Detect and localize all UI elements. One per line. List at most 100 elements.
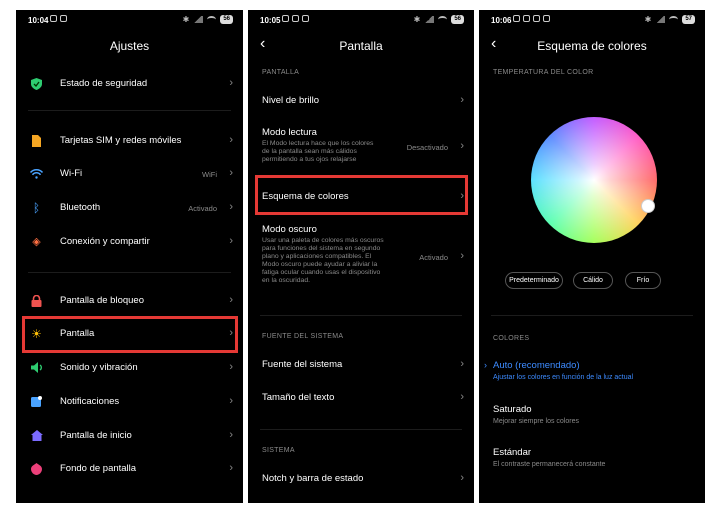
signal-icon <box>655 16 666 23</box>
section-header: TEMPERATURA DEL COLOR <box>493 69 594 76</box>
signal-icon <box>424 16 435 23</box>
notch-item[interactable]: Notch y barra de estado › <box>248 468 474 490</box>
selected-indicator-icon: › <box>484 360 487 370</box>
settings-item-home-screen[interactable]: Pantalla de inicio › <box>16 424 243 448</box>
battery-icon: 56 <box>220 15 233 24</box>
chevron-right-icon: › <box>229 167 233 179</box>
item-label: Modo lectura <box>262 127 317 138</box>
settings-item-notifications[interactable]: Notificaciones › <box>16 390 243 414</box>
speaker-icon <box>30 361 43 374</box>
app-bar: ‹ Pantalla <box>248 32 474 60</box>
option-description: Ajustar los colores en función de la luz… <box>493 374 634 381</box>
chevron-right-icon: › <box>229 395 233 407</box>
chevron-right-icon: › <box>229 235 233 247</box>
chevron-right-icon: › <box>460 472 464 484</box>
settings-item-label: Bluetooth <box>60 202 101 213</box>
color-wheel-handle[interactable] <box>641 199 655 213</box>
settings-item-label: Tarjetas SIM y redes móviles <box>60 135 182 146</box>
settings-item-wifi[interactable]: Wi-Fi WiFi › <box>16 162 243 186</box>
settings-item-label: Sonido y vibración <box>60 362 138 373</box>
preset-warm-button[interactable]: Cálido <box>573 272 613 289</box>
color-option-saturated[interactable]: Saturado Mejorar siempre los colores <box>479 402 705 432</box>
settings-item-security[interactable]: Estado de seguridad › <box>16 72 243 96</box>
divider <box>28 272 231 273</box>
settings-screen: 10:04 ✱ 56 Ajustes Estado de seguridad ›… <box>16 10 243 503</box>
battery-icon: 56 <box>451 15 464 24</box>
brightness-item[interactable]: Nivel de brillo › <box>248 90 474 112</box>
color-scheme-screen: 10:06 ✱ 57 ‹ Esquema de colores TEMPERAT… <box>479 10 705 503</box>
status-bar: 10:06 ✱ 57 <box>479 10 705 32</box>
status-bar: 10:04 ✱ 56 <box>16 10 243 32</box>
status-bar: 10:05 ✱ 56 <box>248 10 474 32</box>
settings-item-sound[interactable]: Sonido y vibración › <box>16 356 243 380</box>
item-description: plano y aplicaciones compatibles. El <box>262 253 372 260</box>
settings-item-label: Conexión y compartir <box>60 236 150 247</box>
settings-item-wallpaper[interactable]: Fondo de pantalla › <box>16 457 243 481</box>
wifi-status-icon <box>207 16 217 23</box>
item-value: Activado <box>419 253 448 262</box>
item-label: Modo oscuro <box>262 224 317 235</box>
text-size-item[interactable]: Tamaño del texto › <box>248 387 474 409</box>
lock-icon <box>30 294 43 307</box>
wifi-icon <box>30 167 43 180</box>
item-description: permitiendo a tus ojos relajarse <box>262 156 357 163</box>
notification-icon <box>30 395 43 408</box>
signal-icon <box>193 16 204 23</box>
chevron-right-icon: › <box>229 294 233 306</box>
bluetooth-status-icon: ✱ <box>413 15 421 24</box>
reading-mode-item[interactable]: Modo lectura El Modo lectura hace que lo… <box>248 123 474 173</box>
settings-item-label: Wi-Fi <box>60 168 83 179</box>
share-icon: ◈ <box>32 236 41 248</box>
page-title: Esquema de colores <box>537 39 647 53</box>
preset-default-button[interactable]: Predeterminado <box>505 272 563 289</box>
notification-icons <box>282 15 309 22</box>
divider <box>260 315 462 316</box>
settings-item-label: Notificaciones <box>60 396 120 407</box>
shield-icon <box>30 77 43 90</box>
item-label: Nivel de brillo <box>262 95 320 106</box>
page-title: Pantalla <box>339 39 383 53</box>
divider <box>260 429 462 430</box>
item-label: Tamaño del texto <box>262 392 335 403</box>
settings-item-value: WiFi <box>202 170 217 179</box>
settings-item-sim[interactable]: Tarjetas SIM y redes móviles › <box>16 129 243 153</box>
section-header: COLORES <box>493 335 530 342</box>
item-description: para funciones del sistema en segundo <box>262 245 381 252</box>
item-description: Usar una paleta de colores más oscuros <box>262 237 384 244</box>
color-wheel[interactable] <box>531 117 657 243</box>
option-label: Saturado <box>493 404 532 415</box>
chevron-right-icon: › <box>229 201 233 213</box>
page-title: Ajustes <box>109 39 150 53</box>
item-description: Modo oscuro puede ayudar a aliviar la <box>262 261 378 268</box>
option-label: Estándar <box>493 447 532 458</box>
status-time: 10:06 <box>491 16 512 25</box>
item-label: Notch y barra de estado <box>262 473 364 484</box>
notification-icons <box>50 15 67 22</box>
settings-item-lock-screen[interactable]: Pantalla de bloqueo › <box>16 289 243 313</box>
item-label: Fuente del sistema <box>262 359 343 370</box>
bluetooth-status-icon: ✱ <box>182 15 190 24</box>
wifi-status-icon <box>438 16 448 23</box>
chevron-right-icon: › <box>460 358 464 370</box>
option-description: El contraste permanecerá constante <box>493 461 606 468</box>
settings-item-connection[interactable]: ◈ Conexión y compartir › <box>16 230 243 254</box>
chevron-right-icon: › <box>229 361 233 373</box>
dark-mode-item[interactable]: Modo oscuro Usar una paleta de colores m… <box>248 221 474 301</box>
settings-item-bluetooth[interactable]: ᛒ Bluetooth Activado › <box>16 196 243 220</box>
chevron-right-icon: › <box>229 134 233 146</box>
settings-item-label: Fondo de pantalla <box>60 463 137 474</box>
status-time: 10:05 <box>260 16 281 25</box>
section-header: PANTALLA <box>262 69 300 76</box>
battery-icon: 57 <box>682 15 695 24</box>
chevron-right-icon: › <box>460 140 464 152</box>
wifi-status-icon <box>669 16 679 23</box>
highlight-box <box>22 316 238 353</box>
system-font-item[interactable]: Fuente del sistema › <box>248 354 474 376</box>
color-option-auto[interactable]: › Auto (recomendado) Ajustar los colores… <box>479 358 705 388</box>
color-option-standard[interactable]: Estándar El contraste permanecerá consta… <box>479 445 705 475</box>
chevron-right-icon: › <box>229 429 233 441</box>
section-header: FUENTE DEL SISTEMA <box>262 333 344 340</box>
preset-cold-button[interactable]: Frío <box>625 272 661 289</box>
divider <box>491 315 693 316</box>
highlight-box <box>255 175 468 215</box>
